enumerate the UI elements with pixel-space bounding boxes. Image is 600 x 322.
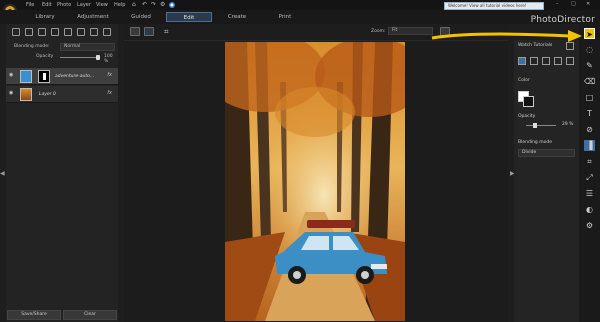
brush-square-icon[interactable] [530, 57, 538, 65]
brush-add-icon[interactable] [566, 57, 574, 65]
mask-tool-icon[interactable]: ◌ [584, 44, 595, 55]
grid-icon[interactable]: ⌗ [164, 27, 174, 36]
photo-canvas[interactable] [225, 42, 405, 321]
tab-guided[interactable]: Guided [118, 12, 164, 22]
mode-tabs: Library Adjustment Guided Edit Create Pr… [0, 10, 600, 25]
view-single-icon[interactable] [130, 27, 140, 36]
blending-mode-select[interactable]: Normal [60, 43, 115, 51]
roof-luggage [307, 220, 355, 228]
tab-create[interactable]: Create [214, 12, 260, 22]
layers-panel: Blending mode: Normal Opacity 100 % ◉ ad… [6, 24, 118, 322]
minimize-button[interactable]: – [556, 1, 559, 7]
tab-print[interactable]: Print [262, 12, 308, 22]
blending-mode-select[interactable]: Divide [518, 149, 575, 157]
layers-footer: Save/Share Clear [6, 308, 118, 322]
layers-toolbar [6, 24, 118, 41]
clear-button[interactable]: Clear [63, 310, 117, 320]
license-plate [371, 264, 387, 269]
layer-thumbnail [20, 88, 32, 101]
fx-icon[interactable]: fx [107, 90, 112, 96]
opacity-slider-thumb[interactable] [532, 123, 537, 128]
eye-icon[interactable]: ◉ [9, 73, 15, 78]
fx-icon[interactable]: fx [107, 72, 112, 78]
new-layer-icon[interactable] [12, 28, 20, 36]
opacity-label: Opacity [36, 54, 54, 59]
car-hubcap [361, 271, 369, 279]
canvas-area [124, 41, 508, 322]
transform-tool-icon[interactable]: ⤢ [584, 172, 595, 183]
tab-edit[interactable]: Edit [166, 12, 212, 22]
maximize-button[interactable]: □ [571, 1, 576, 7]
shape-tool-icon[interactable]: □ [584, 92, 595, 103]
menu-help[interactable]: Help [114, 2, 125, 8]
account-icon[interactable]: ● [169, 2, 175, 8]
effects-tool-icon[interactable]: ◐ [584, 204, 595, 215]
text-layer-icon[interactable] [38, 28, 46, 36]
layer-name: adventure-auto... [55, 74, 95, 79]
adjust-tool-icon[interactable]: ☰ [584, 188, 595, 199]
fit-icon[interactable] [440, 27, 450, 36]
menu-view[interactable]: View [96, 2, 108, 8]
photodirector-window: File Edit Photo Layer View Help ⌂ ↶ ↷ ⚙ … [0, 0, 600, 322]
blending-mode-label: Blending mode: [14, 44, 50, 49]
text-tool-icon[interactable]: T [584, 108, 595, 119]
collapse-left-icon[interactable]: ◀ [0, 170, 5, 178]
delete-layer-icon[interactable] [103, 28, 111, 36]
redo-icon[interactable]: ↷ [151, 2, 156, 8]
opacity-slider[interactable] [526, 123, 556, 128]
view-compare-icon[interactable] [144, 27, 154, 36]
layer-name: Layer 0 [39, 92, 56, 97]
settings-tool-icon[interactable]: ⚙ [584, 220, 595, 231]
watch-tutorials-link[interactable]: Watch Tutorials [518, 43, 552, 48]
tab-adjustment[interactable]: Adjustment [70, 12, 116, 22]
gradient-tool-icon[interactable]: ▐ [584, 140, 595, 151]
brush-tool-icon[interactable]: ✎ [584, 60, 595, 71]
home-icon[interactable]: ⌂ [132, 2, 136, 8]
tab-library[interactable]: Library [22, 12, 68, 22]
layer-item-background[interactable]: ◉ Layer 0 fx [6, 86, 118, 103]
eraser-tool-icon[interactable]: ⌫ [584, 76, 595, 87]
blending-mode-label: Blending mode [518, 140, 552, 145]
menu-file[interactable]: File [26, 2, 34, 8]
opacity-value: 100 % [104, 54, 113, 64]
crop-tool-icon[interactable]: ⌗ [584, 156, 595, 167]
brush-line-icon[interactable] [554, 57, 562, 65]
menu-edit[interactable]: Edit [42, 2, 52, 8]
merge-layer-icon[interactable] [77, 28, 85, 36]
settings-icon[interactable]: ⚙ [160, 2, 165, 8]
layer-item-car[interactable]: ◉ adventure-auto... fx [6, 68, 118, 85]
menu-layer[interactable]: Layer [77, 2, 91, 8]
opacity-slider[interactable] [60, 55, 100, 60]
shape-layer-icon[interactable] [51, 28, 59, 36]
import-image-icon[interactable] [25, 28, 33, 36]
opacity-value: 29 % [562, 122, 574, 127]
opacity-slider-thumb[interactable] [96, 55, 100, 60]
duplicate-layer-icon[interactable] [64, 28, 72, 36]
zoom-select[interactable]: Fit [388, 27, 433, 35]
undo-icon[interactable]: ↶ [142, 2, 147, 8]
canvas-toolbar: ⌗ Zoom: Fit [124, 24, 508, 41]
menu-photo[interactable]: Photo [57, 2, 71, 8]
select-tool-icon[interactable]: ➤ [584, 28, 595, 39]
title-bar: File Edit Photo Layer View Help ⌂ ↶ ↷ ⚙ … [0, 0, 600, 18]
foliage [275, 87, 355, 137]
brush-mode-icon[interactable] [518, 57, 526, 65]
layer-thumbnail [20, 70, 32, 83]
tutorial-icon[interactable] [566, 42, 574, 50]
eye-icon[interactable]: ◉ [9, 91, 15, 96]
properties-panel: Watch Tutorials Color Opacity 29 % Blend… [514, 40, 579, 322]
close-button[interactable]: ✕ [586, 1, 590, 7]
layer-mask-thumbnail[interactable] [38, 70, 50, 83]
color-label: Color [518, 78, 530, 83]
layer-mask-icon[interactable] [90, 28, 98, 36]
opacity-label: Opacity [518, 114, 536, 119]
clone-tool-icon[interactable]: ⊘ [584, 124, 595, 135]
save-share-button[interactable]: Save/Share [7, 310, 61, 320]
car-hubcap [293, 271, 301, 279]
brush-soft-icon[interactable] [542, 57, 550, 65]
zoom-label: Zoom: [371, 29, 386, 34]
tool-strip: ➤ ◌ ✎ ⌫ □ T ⊘ ▐ ⌗ ⤢ ☰ ◐ ⚙ [579, 24, 600, 322]
tutorial-notice[interactable]: Welcome! View all tutorial videos here! [444, 2, 544, 10]
background-color-swatch[interactable] [523, 96, 534, 107]
